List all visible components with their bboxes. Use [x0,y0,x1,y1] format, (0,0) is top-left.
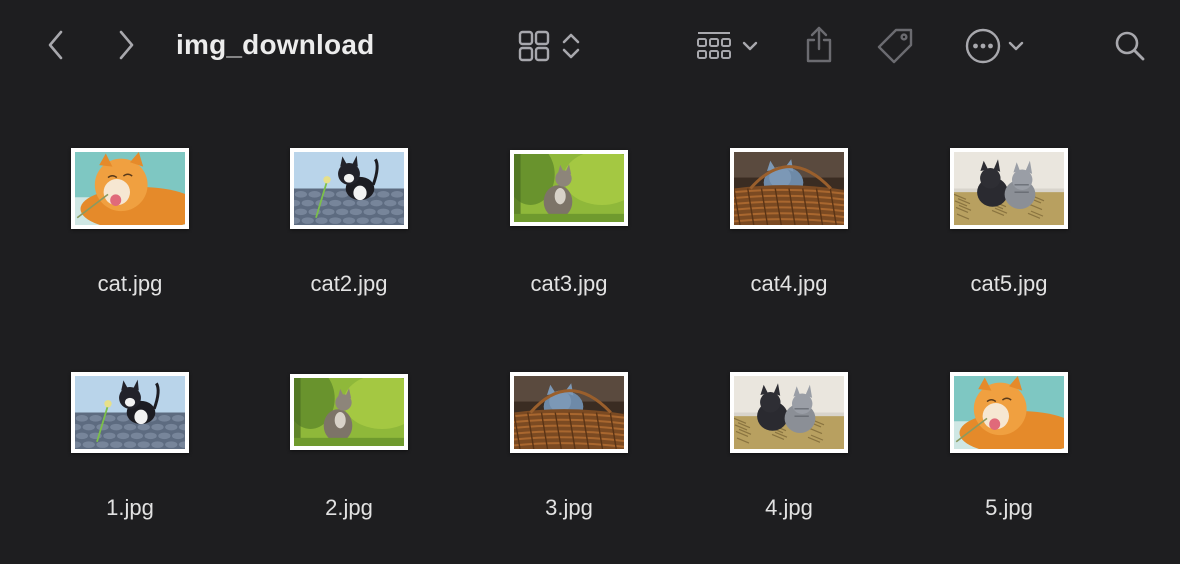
image-thumbnail[interactable] [290,374,408,450]
group-button[interactable] [688,26,766,66]
thumbnail-image [75,151,185,225]
chevron-down-icon [742,41,758,51]
file-item[interactable]: 4.jpg [699,370,879,522]
file-item[interactable]: cat2.jpg [259,146,439,298]
search-icon [1115,31,1145,61]
file-name: 2.jpg [325,495,373,520]
file-item[interactable]: cat.jpg [40,146,220,298]
file-name: 1.jpg [106,495,154,520]
sort-updown-icon [562,33,580,59]
thumbnail-image [294,378,404,446]
image-thumbnail[interactable] [730,147,848,229]
thumbnail-frame [950,370,1068,454]
tag-button[interactable] [874,24,918,68]
thumbnail-frame [510,370,628,454]
thumbnail-frame [730,370,848,454]
image-thumbnail[interactable] [71,371,189,453]
file-name: 4.jpg [765,495,813,520]
file-name: cat.jpg [97,271,163,296]
file-item[interactable]: 3.jpg [479,370,659,522]
thumbnail-frame [730,146,848,230]
file-name: 5.jpg [985,495,1033,520]
image-thumbnail[interactable] [71,147,189,229]
chevron-left-icon [48,30,63,60]
share-icon [806,26,832,63]
thumbnail-image [734,151,844,225]
file-item[interactable]: cat3.jpg [479,146,659,298]
thumbnail-image [954,375,1064,449]
tag-icon [877,28,913,64]
chevron-right-icon [119,30,134,60]
thumbnail-frame [510,146,628,230]
thumbnail-image [734,375,844,449]
thumbnail-frame [950,146,1068,230]
thumbnail-image [294,151,404,225]
thumbnail-frame [71,146,189,230]
thumbnail-image [514,375,624,449]
file-name: 3.jpg [545,495,593,520]
thumbnail-image [954,151,1064,225]
image-thumbnail[interactable] [510,371,628,453]
forward-button[interactable] [110,28,142,62]
more-ellipsis-icon [965,28,1001,64]
thumbnail-image [514,154,624,222]
file-item[interactable]: 2.jpg [259,370,439,522]
image-thumbnail[interactable] [510,150,628,226]
more-actions-button[interactable] [958,26,1032,66]
file-name: cat4.jpg [750,271,828,296]
group-icon [697,32,731,59]
toolbar: img_download [0,0,1180,92]
image-thumbnail[interactable] [950,147,1068,229]
image-thumbnail[interactable] [290,147,408,229]
file-item[interactable]: 5.jpg [919,370,1099,522]
image-thumbnail[interactable] [730,371,848,453]
grid-view-icon [518,30,550,62]
thumbnail-frame [290,146,408,230]
thumbnail-frame [290,370,408,454]
file-name: cat2.jpg [310,271,388,296]
chevron-down-icon [1008,41,1024,51]
file-item[interactable]: 1.jpg [40,370,220,522]
search-button[interactable] [1110,26,1150,66]
thumbnail-frame [71,370,189,454]
window-title: img_download [176,29,375,60]
share-button[interactable] [800,24,838,66]
file-item[interactable]: cat5.jpg [919,146,1099,298]
image-thumbnail[interactable] [950,371,1068,453]
file-name: cat5.jpg [970,271,1048,296]
thumbnail-image [75,375,185,449]
file-item[interactable]: cat4.jpg [699,146,879,298]
back-button[interactable] [40,28,72,62]
view-mode-button[interactable] [512,26,588,66]
file-name: cat3.jpg [530,271,608,296]
